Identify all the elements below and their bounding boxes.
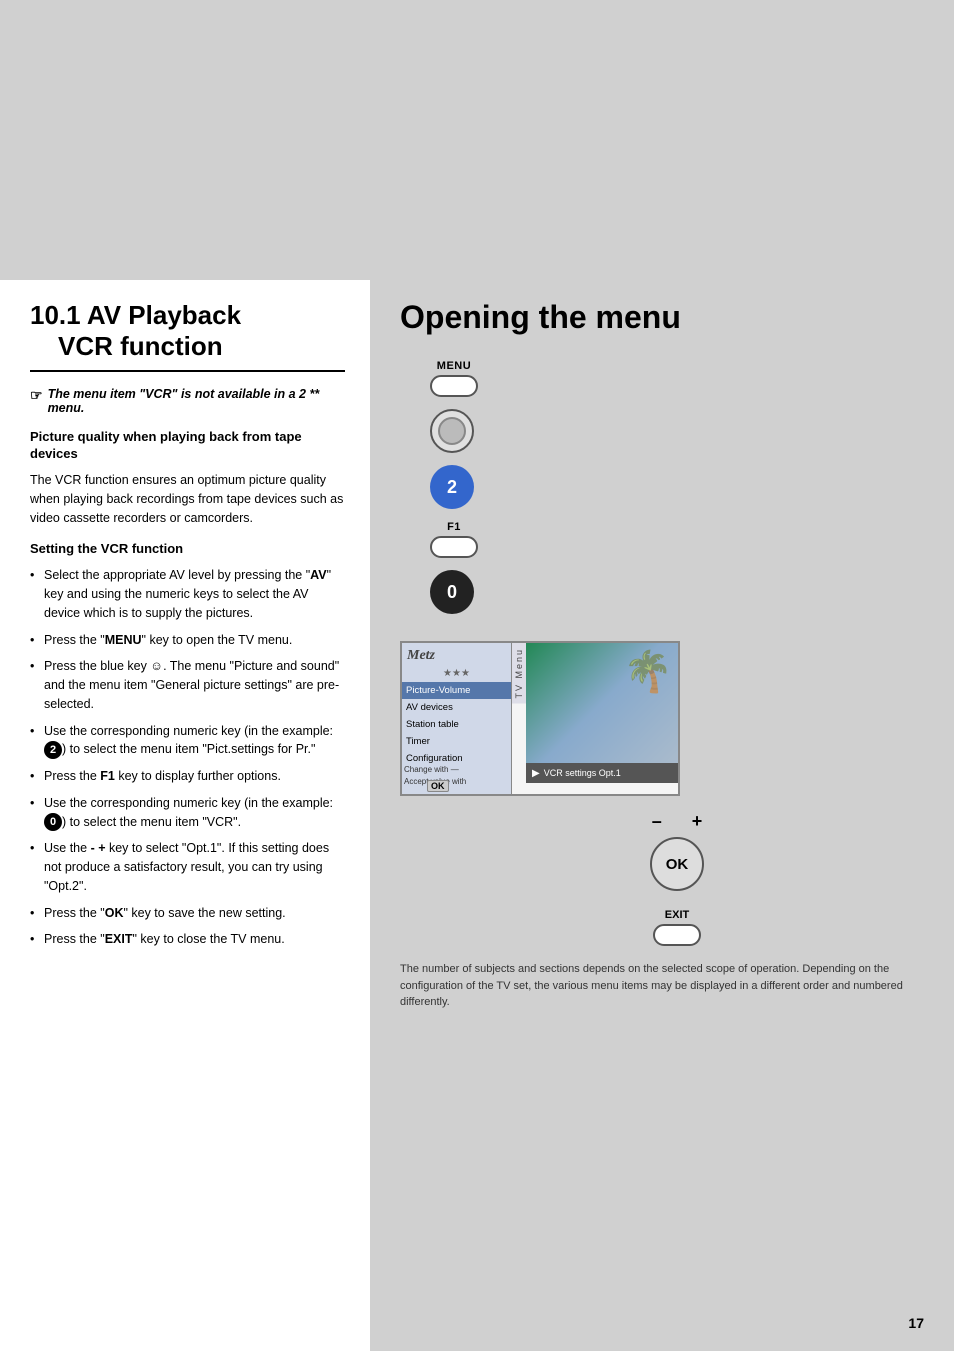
tv-ok-small: OK bbox=[427, 780, 449, 792]
num0-button-diagram: 0 bbox=[430, 570, 474, 614]
f1-oval bbox=[430, 536, 478, 558]
tv-menu-item-av-devices: AV devices bbox=[402, 699, 511, 716]
minus-symbol: – bbox=[652, 811, 662, 832]
list-item: Press the F1 key to display further opti… bbox=[30, 767, 345, 786]
num0-circle: 0 bbox=[430, 570, 474, 614]
note-block: ☞ The menu item "VCR" is not available i… bbox=[30, 387, 345, 415]
list-item: Use the corresponding numeric key (in th… bbox=[30, 794, 345, 832]
main-content: 10.1 AV Playback VCR function ☞ The menu… bbox=[0, 280, 954, 1351]
note-text: The menu item "VCR" is not available in … bbox=[48, 387, 345, 415]
tv-content-panel: ▶ VCR settings Opt.1 bbox=[526, 643, 678, 794]
list-item: Use the - + key to select "Opt.1". If th… bbox=[30, 839, 345, 895]
left-column: 10.1 AV Playback VCR function ☞ The menu… bbox=[0, 280, 370, 1351]
tv-menu-panel: Metz ★★★ Picture-Volume AV devices Stati… bbox=[402, 643, 512, 794]
right-column: Opening the menu MENU 2 bbox=[370, 280, 954, 1351]
remote-diagram: MENU 2 F1 bbox=[400, 360, 924, 626]
blue-ring-button bbox=[430, 409, 474, 453]
tv-menu-item-timer: Timer bbox=[402, 733, 511, 750]
exit-oval bbox=[653, 924, 701, 946]
tv-screen-container: Metz ★★★ Picture-Volume AV devices Stati… bbox=[400, 641, 924, 796]
plus-symbol: + bbox=[692, 811, 703, 832]
ok-section: – + OK bbox=[400, 811, 924, 899]
top-gray-area bbox=[0, 0, 954, 280]
note-icon: ☞ bbox=[30, 387, 43, 404]
tv-screen: Metz ★★★ Picture-Volume AV devices Stati… bbox=[400, 641, 680, 796]
tv-change-label: Change with — bbox=[404, 765, 459, 774]
f1-button-diagram: F1 bbox=[430, 521, 478, 558]
tv-status-bar: ▶ VCR settings Opt.1 bbox=[526, 763, 678, 783]
f1-label: F1 bbox=[447, 521, 461, 533]
footer-note: The number of subjects and sections depe… bbox=[400, 961, 924, 1011]
tv-menu-item-picture-volume: Picture-Volume bbox=[402, 682, 511, 699]
blue-ring-inner bbox=[438, 417, 466, 445]
exit-label: EXIT bbox=[665, 909, 689, 921]
ok-circle-button: OK bbox=[650, 837, 704, 891]
list-item: Select the appropriate AV level by press… bbox=[30, 566, 345, 622]
bullet-list: Select the appropriate AV level by press… bbox=[30, 566, 345, 949]
sub-heading-2: Setting the VCR function bbox=[30, 541, 345, 558]
list-item: Press the "MENU" key to open the TV menu… bbox=[30, 631, 345, 650]
menu-button-diagram: MENU bbox=[430, 360, 478, 397]
tv-play-icon: ▶ bbox=[532, 768, 540, 779]
page-number: 17 bbox=[908, 1315, 924, 1331]
num2-button-diagram: 2 bbox=[430, 465, 474, 509]
num2-circle: 2 bbox=[430, 465, 474, 509]
tv-status-text: VCR settings Opt.1 bbox=[544, 768, 621, 778]
tv-vertical-label: TV Menu bbox=[512, 643, 526, 704]
list-item: Press the "EXIT" key to close the TV men… bbox=[30, 930, 345, 949]
list-item: Press the blue key ☺. The menu "Picture … bbox=[30, 657, 345, 713]
tv-menu-stars: ★★★ bbox=[402, 667, 511, 682]
blue-circle-diagram bbox=[430, 409, 474, 453]
section-title-line1: AV Playback bbox=[87, 300, 241, 330]
opening-menu-title: Opening the menu bbox=[400, 300, 924, 335]
list-item: Press the "OK" key to save the new setti… bbox=[30, 904, 345, 923]
list-item: Use the corresponding numeric key (in th… bbox=[30, 722, 345, 760]
section-title: 10.1 AV Playback VCR function bbox=[30, 300, 345, 372]
tv-vertical-label-container: TV Menu bbox=[512, 643, 526, 794]
menu-label: MENU bbox=[437, 360, 471, 372]
plus-minus-row: – + bbox=[652, 811, 703, 832]
body-text-1: The VCR function ensures an optimum pict… bbox=[30, 471, 345, 527]
exit-section: EXIT bbox=[400, 909, 924, 946]
menu-oval bbox=[430, 375, 478, 397]
section-title-line2: VCR function bbox=[30, 331, 223, 361]
page-container: 10.1 AV Playback VCR function ☞ The menu… bbox=[0, 0, 954, 1351]
section-number: 10.1 bbox=[30, 300, 81, 330]
sub-heading-1: Picture quality when playing back from t… bbox=[30, 429, 345, 463]
tv-menu-item-station-table: Station table bbox=[402, 716, 511, 733]
tv-bg-image bbox=[526, 643, 678, 763]
tv-logo: Metz bbox=[402, 643, 511, 667]
